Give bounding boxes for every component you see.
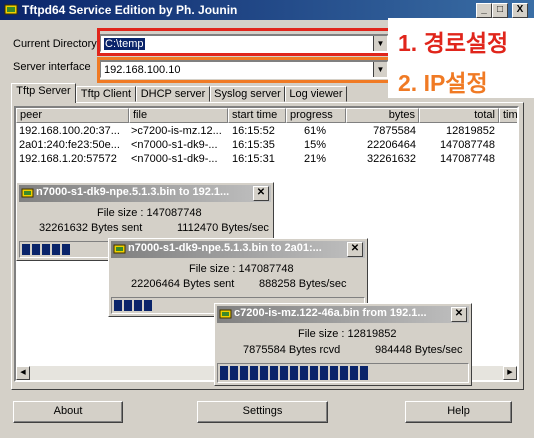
transfer-dialog-titlebar[interactable]: n7000-s1-dk9-npe.5.1.3.bin to 192.1... ✕ bbox=[19, 185, 271, 202]
cell-bytes: 7875584 bbox=[373, 125, 416, 137]
cell-file: <n7000-s1-dk9-... bbox=[131, 153, 218, 165]
transfer-dialog-titlebar[interactable]: n7000-s1-dk9-npe.5.1.3.bin to 2a01:... ✕ bbox=[111, 241, 365, 258]
bytes-transferred-text: 32261632 Bytes sent bbox=[39, 222, 143, 234]
cell-start-time: 16:15:31 bbox=[232, 153, 275, 165]
cell-bytes: 32261632 bbox=[367, 153, 416, 165]
transfer-dialog[interactable]: c7200-is-mz.122-46a.bin from 192.1... ✕ … bbox=[214, 303, 472, 386]
column-header-start-time[interactable]: start time bbox=[228, 108, 286, 123]
close-icon[interactable]: ✕ bbox=[253, 186, 269, 201]
column-header-progress[interactable]: progress bbox=[286, 108, 346, 123]
scroll-right-icon[interactable]: ▶ bbox=[503, 366, 517, 380]
file-size-text: File size : 147087748 bbox=[189, 263, 294, 275]
progress-fill bbox=[114, 300, 152, 311]
settings-button[interactable]: Settings bbox=[197, 401, 328, 423]
tftpd-app-icon bbox=[219, 309, 232, 319]
annotation-ip: 2. IP설정 bbox=[398, 70, 488, 96]
tftpd-app-icon bbox=[21, 188, 34, 198]
window-title: Tftpd64 Service Edition by Ph. Jounin bbox=[22, 3, 238, 17]
maximize-button[interactable]: □ bbox=[492, 3, 508, 18]
tab-syslog-server[interactable]: Syslog server bbox=[210, 86, 285, 102]
tab-tftp-client[interactable]: Tftp Client bbox=[76, 86, 136, 102]
cell-bytes: 22206464 bbox=[367, 139, 416, 151]
cell-total: 12819852 bbox=[446, 125, 495, 137]
column-header-total[interactable]: total bbox=[419, 108, 499, 123]
transfer-rate-text: 984448 Bytes/sec bbox=[375, 344, 463, 356]
tab-tftp-server[interactable]: Tftp Server bbox=[11, 83, 76, 103]
transfer-dialog-title: c7200-is-mz.122-46a.bin from 192.1... bbox=[234, 307, 427, 319]
transfer-dialog-title: n7000-s1-dk9-npe.5.1.3.bin to 192.1... bbox=[36, 186, 230, 198]
current-directory-label: Current Directory bbox=[13, 38, 97, 50]
bytes-transferred-text: 7875584 Bytes rcvd bbox=[243, 344, 341, 356]
title-bar[interactable]: Tftpd64 Service Edition by Ph. Jounin _ … bbox=[0, 0, 534, 20]
cell-start-time: 16:15:35 bbox=[232, 139, 275, 151]
cell-total: 147087748 bbox=[439, 153, 495, 165]
column-header-bytes[interactable]: bytes bbox=[346, 108, 419, 123]
transfer-dialog-title: n7000-s1-dk9-npe.5.1.3.bin to 2a01:... bbox=[128, 242, 322, 254]
about-button[interactable]: About bbox=[13, 401, 123, 423]
tftpd-app-icon bbox=[4, 4, 18, 15]
bytes-transferred-text: 22206464 Bytes sent bbox=[131, 278, 235, 290]
minimize-button[interactable]: _ bbox=[476, 3, 492, 18]
cell-peer: 192.168.100.20:37... bbox=[19, 125, 120, 137]
annotation-path: 1. 경로설정 bbox=[398, 30, 509, 56]
cell-progress: 15% bbox=[304, 139, 327, 151]
column-header-peer[interactable]: peer bbox=[16, 108, 129, 123]
column-header-time[interactable]: tim bbox=[499, 108, 517, 123]
cell-peer: 2a01:240:fe23:50e... bbox=[19, 139, 120, 151]
close-icon[interactable]: ✕ bbox=[451, 307, 467, 322]
path-highlight-box bbox=[97, 28, 394, 56]
progress-fill bbox=[220, 366, 368, 380]
scroll-left-icon[interactable]: ◀ bbox=[16, 366, 30, 380]
file-size-text: File size : 147087748 bbox=[97, 207, 202, 219]
transfer-rate-text: 1112470 Bytes/sec bbox=[177, 222, 269, 234]
cell-file: <n7000-s1-dk9-... bbox=[131, 139, 218, 151]
cell-peer: 192.168.1.20:57572 bbox=[19, 153, 117, 165]
progress-fill bbox=[22, 244, 70, 255]
tftpd-app-icon bbox=[113, 244, 126, 254]
column-header-file[interactable]: file bbox=[129, 108, 228, 123]
cell-total: 147087748 bbox=[439, 139, 495, 151]
tab-dhcp-server[interactable]: DHCP server bbox=[136, 86, 210, 102]
transfer-progress-bar bbox=[217, 363, 469, 383]
server-interface-label: Server interface bbox=[13, 61, 91, 73]
cell-start-time: 16:15:52 bbox=[232, 125, 275, 137]
transfer-rate-text: 888258 Bytes/sec bbox=[259, 278, 347, 290]
ip-highlight-box bbox=[97, 57, 394, 83]
file-size-text: File size : 12819852 bbox=[298, 328, 397, 340]
cell-progress: 21% bbox=[304, 153, 327, 165]
transfer-dialog-titlebar[interactable]: c7200-is-mz.122-46a.bin from 192.1... ✕ bbox=[217, 306, 469, 323]
cell-progress: 61% bbox=[304, 125, 327, 137]
tab-log-viewer[interactable]: Log viewer bbox=[285, 86, 347, 102]
close-icon[interactable]: ✕ bbox=[347, 242, 363, 257]
close-button[interactable]: X bbox=[512, 3, 528, 18]
help-button[interactable]: Help bbox=[405, 401, 512, 423]
cell-file: >c7200-is-mz.12... bbox=[131, 125, 222, 137]
